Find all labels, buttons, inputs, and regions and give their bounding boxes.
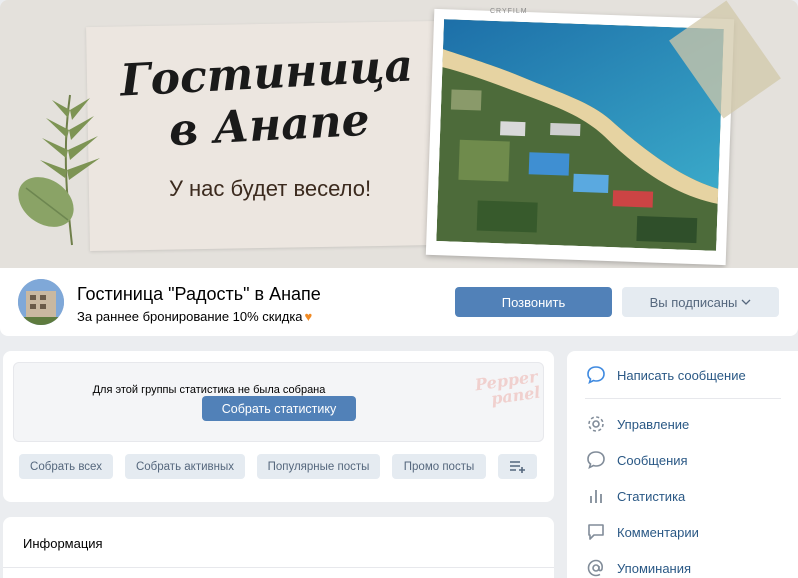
menu-item-label: Статистика xyxy=(617,488,686,504)
menu-item-manage[interactable]: Управление xyxy=(585,412,689,436)
popular-posts-button[interactable]: Популярные посты xyxy=(257,454,380,479)
menu-item-label: Комментарии xyxy=(617,524,699,540)
menu-divider xyxy=(585,398,781,399)
heart-icon: ♥ xyxy=(304,309,313,324)
group-header: Гостиница "Радость" в Анапе За раннее бр… xyxy=(0,268,798,336)
collect-all-button[interactable]: Собрать всех xyxy=(19,454,113,479)
stats-card: Для этой группы статистика не была собра… xyxy=(3,351,554,502)
bar-chart-icon xyxy=(585,485,607,507)
menu-item-write-message[interactable]: Написать сообщение xyxy=(585,363,746,387)
subscribed-label: Вы подписаны xyxy=(649,294,738,310)
stats-panel: Для этой группы статистика не была собра… xyxy=(13,362,544,442)
watermark-line-2: panel xyxy=(489,382,542,409)
menu-item-comments[interactable]: Комментарии xyxy=(585,520,699,544)
group-cover: Гостиница в Анапе У нас будет весело! CR… xyxy=(0,0,798,268)
group-status-text: За раннее бронирование 10% скидка xyxy=(77,309,303,324)
gear-icon xyxy=(585,413,607,435)
cover-subtitle: У нас будет весело! xyxy=(168,176,372,201)
collect-stats-button[interactable]: Собрать статистику xyxy=(202,396,356,421)
collect-active-button[interactable]: Собрать активных xyxy=(125,454,245,479)
menu-item-label: Управление xyxy=(617,416,690,432)
menu-item-mentions[interactable]: Упоминания xyxy=(585,556,691,578)
photo-caption: CRYFILM xyxy=(490,8,528,15)
menu-item-label: Сообщения xyxy=(617,452,688,468)
menu-item-messages[interactable]: Сообщения xyxy=(585,448,688,472)
at-icon xyxy=(585,557,607,578)
group-actions-menu: Написать сообщение Управление Сообщения … xyxy=(567,351,798,578)
cover-title: Гостиница в Анапе xyxy=(118,40,415,157)
chevron-down-icon xyxy=(741,299,751,305)
stats-message: Для этой группы статистика не была собра… xyxy=(92,384,326,396)
playlist-add-button[interactable] xyxy=(498,454,537,479)
call-button[interactable]: Позвонить xyxy=(455,287,612,317)
playlist-add-icon xyxy=(509,460,525,473)
message-bubble-icon xyxy=(585,364,607,386)
menu-item-statistics[interactable]: Статистика xyxy=(585,484,685,508)
chat-icon xyxy=(585,449,607,471)
comment-icon xyxy=(585,521,607,543)
menu-item-label: Упоминания xyxy=(617,560,692,576)
info-card: Информация xyxy=(3,517,554,578)
plant-leaf-icon xyxy=(18,94,100,246)
group-name: Гостиница "Радость" в Анапе xyxy=(77,284,321,304)
info-title: Информация xyxy=(23,536,103,551)
avatar[interactable] xyxy=(18,279,64,325)
subscribed-button[interactable]: Вы подписаны xyxy=(622,287,779,317)
promo-posts-button[interactable]: Промо посты xyxy=(392,454,486,479)
divider xyxy=(3,567,554,568)
group-status: За раннее бронирование 10% скидка ♥ xyxy=(77,309,312,324)
menu-item-label: Написать сообщение xyxy=(617,367,746,383)
pepper-panel-watermark: Pepper panel xyxy=(474,367,542,410)
